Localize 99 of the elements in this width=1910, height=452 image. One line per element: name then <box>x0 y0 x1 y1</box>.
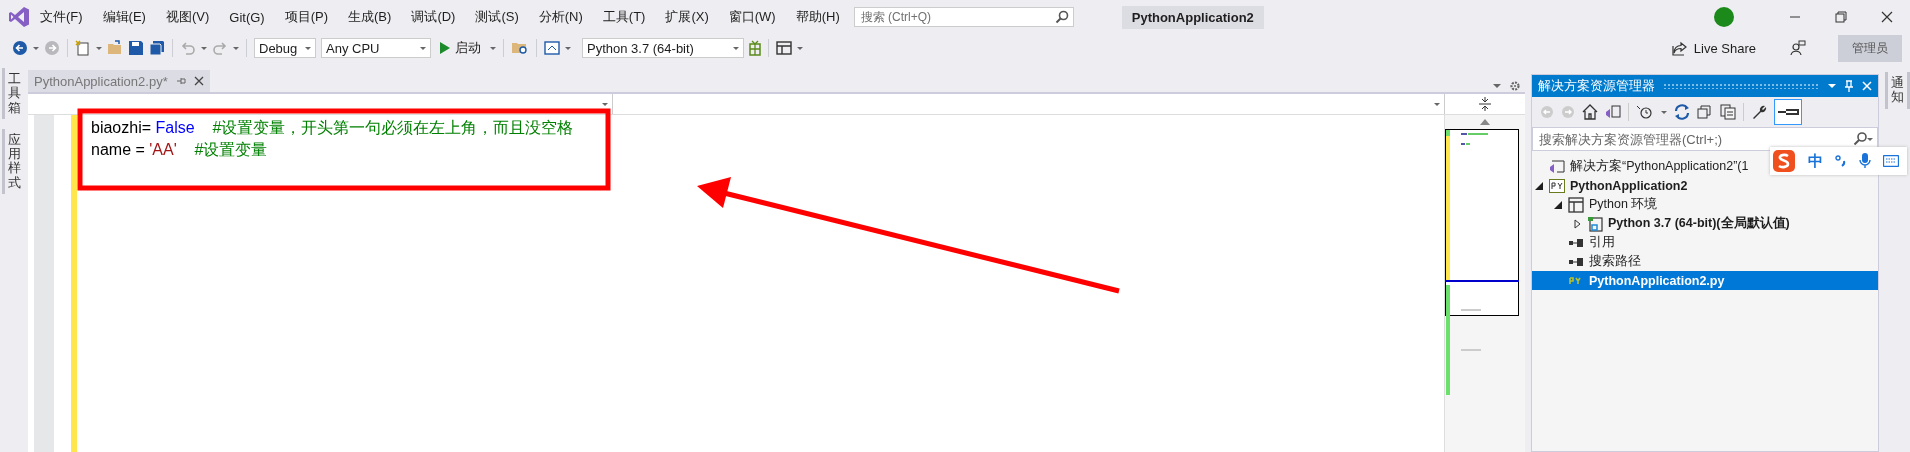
tree-item[interactable]: 搜索路径 <box>1532 252 1878 271</box>
search-icon <box>1054 10 1069 24</box>
caret-icon <box>420 46 426 50</box>
tree-item[interactable]: 引用 <box>1532 233 1878 252</box>
tree-item[interactable]: Python 环境 <box>1532 195 1878 214</box>
microphone-icon[interactable] <box>1859 153 1871 169</box>
browser-icon[interactable] <box>544 40 560 56</box>
search-field[interactable]: 搜索 (Ctrl+Q) <box>853 7 1074 27</box>
menu-item[interactable]: 生成(B) <box>338 4 402 30</box>
share-icon <box>1671 40 1688 56</box>
side-tab[interactable]: 通知 <box>1885 72 1910 109</box>
menu-item[interactable]: 项目(P) <box>274 4 339 30</box>
tree-item[interactable]: PythonApplication2.py <box>1532 271 1878 290</box>
caret-icon[interactable] <box>33 46 39 50</box>
caret-icon <box>305 46 311 50</box>
caret-icon[interactable] <box>797 46 803 50</box>
tree-item[interactable]: Python 3.7 (64-bit)(全局默认值) <box>1532 214 1878 233</box>
code-line: name = 'AA' #设置变量 <box>91 140 269 160</box>
admin-button[interactable]: 管理员 <box>1838 34 1902 62</box>
forward-icon <box>44 40 60 56</box>
close-icon[interactable] <box>1881 11 1893 23</box>
split-icon[interactable] <box>1479 97 1491 111</box>
menu-item[interactable]: 扩展(X) <box>655 4 719 30</box>
caret-icon <box>201 46 207 50</box>
restore-icon[interactable] <box>1835 11 1847 23</box>
interpreter-icon <box>1587 215 1603 232</box>
environment-icon <box>1568 196 1584 213</box>
back-icon <box>1540 105 1554 119</box>
redo-icon <box>212 40 228 56</box>
layout-icon[interactable] <box>776 40 792 56</box>
settings-icon[interactable] <box>1509 80 1521 92</box>
caret-icon <box>1434 102 1440 106</box>
side-tab[interactable]: 工具箱 <box>2 68 24 119</box>
ime-logo-icon <box>1772 149 1796 173</box>
python-file-icon <box>1549 177 1565 194</box>
caret-icon <box>733 46 739 50</box>
menu-item[interactable]: 视图(V) <box>155 4 220 30</box>
live-share-button[interactable]: Live Share <box>1665 38 1762 58</box>
play-icon <box>440 42 450 54</box>
collapse-all-icon[interactable] <box>1697 104 1713 120</box>
avatar-icon[interactable] <box>1714 7 1734 27</box>
wrench-icon[interactable] <box>1751 104 1767 120</box>
caret-icon[interactable] <box>1867 137 1873 141</box>
close-icon[interactable] <box>193 76 204 86</box>
preview-toggle-icon[interactable] <box>1774 99 1802 125</box>
copy-icon[interactable] <box>1720 104 1736 120</box>
punctuation-icon[interactable] <box>1835 155 1847 167</box>
forward-icon <box>1561 105 1575 119</box>
open-folder-icon[interactable] <box>107 40 123 56</box>
caret-icon[interactable] <box>96 46 102 50</box>
refresh-icon[interactable] <box>1674 104 1690 120</box>
feedback-icon[interactable] <box>1790 40 1806 56</box>
save-all-icon[interactable] <box>149 40 165 56</box>
menu-item[interactable]: 调试(D) <box>401 4 466 30</box>
menu-item[interactable]: 工具(T) <box>592 4 656 30</box>
pin-icon[interactable] <box>175 76 186 86</box>
caret-icon[interactable] <box>1493 84 1501 88</box>
caret-icon[interactable] <box>565 46 571 50</box>
ime-menu[interactable]: 中 <box>1770 147 1907 175</box>
menu-item[interactable]: 测试(S) <box>465 4 529 30</box>
collapsed-arrow-icon[interactable] <box>1573 218 1581 229</box>
home-icon[interactable] <box>1582 104 1598 120</box>
solution-switch-icon[interactable] <box>1605 104 1621 120</box>
search-icon <box>1853 132 1867 146</box>
caret-icon <box>602 102 608 106</box>
panel-title: 解决方案资源管理器 <box>1538 77 1655 95</box>
expanded-arrow-icon[interactable] <box>1535 181 1543 190</box>
environment-dropdown[interactable]: Python 3.7 (64-bit) <box>582 38 744 58</box>
caret-icon[interactable] <box>1828 84 1836 88</box>
side-tab[interactable]: 应用样式 <box>2 128 24 195</box>
platform-dropdown[interactable]: Any CPU <box>321 38 431 58</box>
solution-icon <box>1549 158 1565 175</box>
search-field[interactable]: 搜索解决方案资源管理器(Ctrl+;) <box>1532 127 1878 151</box>
menu-item[interactable]: 帮助(H) <box>785 4 850 30</box>
keyboard-icon[interactable] <box>1883 155 1899 167</box>
save-icon[interactable] <box>128 40 144 56</box>
new-item-icon[interactable] <box>75 40 91 56</box>
menu-item[interactable]: Git(G) <box>219 5 275 29</box>
visual-studio-logo-icon <box>8 6 30 28</box>
back-icon[interactable] <box>12 40 28 56</box>
start-button[interactable]: 启动 <box>436 37 485 59</box>
scroll-up-icon[interactable] <box>1480 119 1490 125</box>
undo-icon <box>180 40 196 56</box>
caret-icon <box>233 46 239 50</box>
folder-search-icon[interactable] <box>511 40 529 56</box>
tree-item[interactable]: PythonApplication2 <box>1532 176 1878 195</box>
package-icon[interactable] <box>749 40 761 56</box>
menu-item[interactable]: 文件(F) <box>30 4 93 30</box>
expanded-arrow-icon[interactable] <box>1554 200 1562 209</box>
menu-item[interactable]: 窗口(W) <box>718 4 786 30</box>
menu-item[interactable]: 编辑(E) <box>92 4 156 30</box>
caret-icon[interactable] <box>1661 110 1667 114</box>
history-icon[interactable] <box>1636 104 1654 120</box>
menu-item[interactable]: 分析(N) <box>528 4 593 30</box>
code-line: biaozhi= False #设置变量，开头第一句必须在左上角，而且没空格 <box>91 118 575 138</box>
configuration-dropdown[interactable]: Debug <box>254 38 316 58</box>
caret-icon[interactable] <box>490 46 496 50</box>
solution-name: PythonApplication2 <box>1121 5 1264 29</box>
search-input[interactable]: 搜索 (Ctrl+Q) <box>858 9 1055 25</box>
